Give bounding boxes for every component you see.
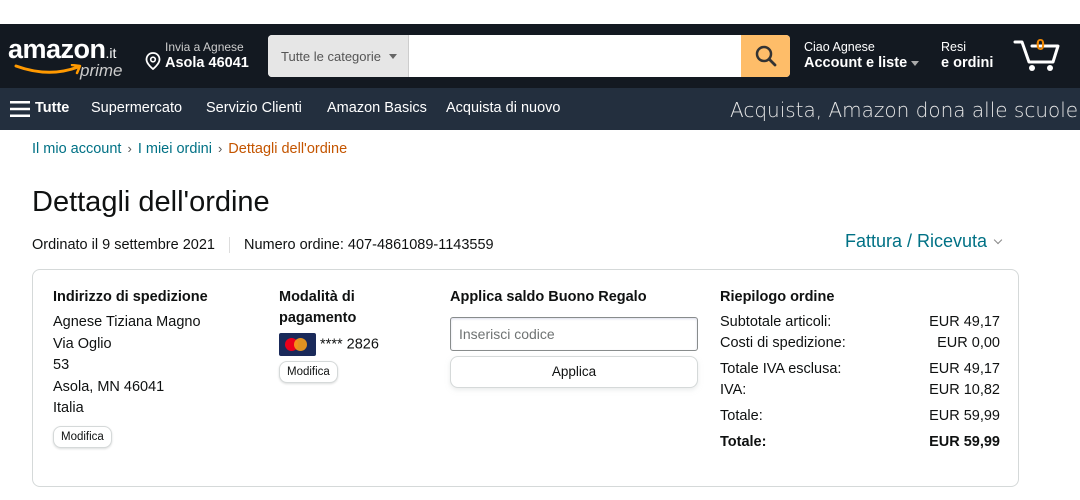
- cart-button[interactable]: 0: [1012, 34, 1062, 78]
- subnav-item-servizio-clienti[interactable]: Servizio Clienti: [206, 100, 302, 116]
- top-navbar: amazon.it prime Invia a Agnese Asola 460…: [0, 24, 1080, 88]
- account-greeting: Ciao Agnese: [804, 40, 875, 54]
- logo-prime: prime: [80, 61, 123, 80]
- shipping-heading: Indirizzo di spedizione: [53, 289, 208, 305]
- summary-grand-total: Totale: EUR 59,99: [720, 432, 1000, 453]
- order-details-card: Indirizzo di spedizione Agnese Tiziana M…: [32, 269, 1019, 487]
- order-number: Numero ordine: 407-4861089-1143559: [243, 237, 494, 253]
- subnav-item-supermercato[interactable]: Supermercato: [91, 100, 182, 116]
- order-summary-section: Riepilogo ordine Subtotale articoli: EUR …: [720, 287, 1000, 453]
- subnav-item-acquista-di-nuovo[interactable]: Acquista di nuovo: [446, 100, 560, 116]
- logo-tld: .it: [105, 45, 117, 61]
- search-button[interactable]: [741, 35, 790, 77]
- apply-gift-button[interactable]: Applica: [450, 356, 698, 388]
- gift-heading: Applica saldo Buono Regalo: [450, 289, 647, 305]
- all-menu-button[interactable]: Tutte: [35, 100, 69, 116]
- summary-label: IVA:: [720, 382, 747, 398]
- edit-address-button[interactable]: Modifica: [53, 425, 112, 448]
- address-line: 53: [53, 357, 70, 373]
- smile-arrow-icon: [14, 64, 82, 75]
- address-line: Agnese Tiziana Magno: [53, 314, 201, 330]
- grand-total-label: Totale:: [720, 434, 767, 450]
- amazon-logo[interactable]: amazon.it prime: [8, 34, 123, 80]
- promo-banner[interactable]: Acquista, Amazon dona alle scuole: [730, 98, 1078, 122]
- chevron-down-icon: [993, 235, 1003, 245]
- summary-value: EUR 0,00: [937, 335, 1000, 351]
- address-line: Italia: [53, 400, 84, 416]
- edit-payment-button[interactable]: Modifica: [279, 361, 338, 383]
- caret-down-icon: [911, 60, 920, 66]
- search-input[interactable]: [409, 35, 741, 77]
- invoice-dropdown[interactable]: Fattura / Ricevuta: [845, 231, 1003, 252]
- search-bar: Tutte le categorie: [268, 35, 790, 77]
- subnav-item-amazon-basics[interactable]: Amazon Basics: [327, 100, 427, 116]
- account-label: Account e liste: [804, 55, 908, 71]
- invoice-label: Fattura / Ricevuta: [845, 231, 988, 251]
- shipping-address-section: Indirizzo di spedizione Agnese Tiziana M…: [53, 287, 208, 448]
- top-spacer: [0, 0, 1080, 24]
- caret-down-icon: [389, 54, 397, 59]
- orders-line2: e ordini: [941, 55, 994, 71]
- order-date: Ordinato il 9 settembre 2021: [32, 237, 215, 253]
- summary-value: EUR 59,99: [929, 408, 1000, 424]
- mastercard-icon: [279, 333, 316, 356]
- deliver-line1: Invia a Agnese: [165, 40, 244, 54]
- summary-row: IVA: EUR 10,82: [720, 380, 1000, 401]
- logo-wordmark: amazon: [8, 34, 106, 64]
- breadcrumb-separator: ›: [127, 141, 132, 156]
- gift-code-input[interactable]: [450, 317, 698, 351]
- breadcrumb-my-orders[interactable]: I miei ordini: [138, 141, 212, 157]
- summary-value: EUR 10,82: [929, 382, 1000, 398]
- address-line: Asola, MN 46041: [53, 378, 165, 395]
- summary-label: Costi di spedizione:: [720, 335, 846, 351]
- summary-label: Totale IVA esclusa:: [720, 361, 842, 377]
- summary-label: Subtotale articoli:: [720, 314, 832, 330]
- breadcrumb-my-account[interactable]: Il mio account: [32, 141, 121, 157]
- search-icon: [755, 45, 776, 67]
- summary-row: Totale: EUR 59,99: [720, 406, 1000, 427]
- summary-heading: Riepilogo ordine: [720, 289, 835, 305]
- hamburger-menu-icon[interactable]: [10, 101, 30, 117]
- summary-row: Totale IVA esclusa: EUR 49,17: [720, 359, 1000, 380]
- summary-value: EUR 49,17: [929, 361, 1000, 377]
- returns-orders-link[interactable]: Resi e ordini: [941, 39, 993, 71]
- search-category-label: Tutte le categorie: [281, 49, 381, 64]
- breadcrumb-current: Dettagli dell'ordine: [228, 141, 348, 157]
- cart-count: 0: [1036, 37, 1045, 54]
- summary-label: Totale:: [720, 408, 763, 424]
- payment-heading: Modalità di pagamento: [279, 289, 357, 326]
- deliver-line2: Asola 46041: [165, 55, 249, 71]
- meta-divider: [228, 237, 230, 254]
- summary-row: Costi di spedizione: EUR 0,00: [720, 333, 1000, 354]
- location-pin-icon: [145, 52, 161, 70]
- card-number: **** 2826: [320, 336, 379, 353]
- address-line: Via Oglio: [53, 335, 112, 352]
- breadcrumb-separator: ›: [217, 141, 223, 156]
- page-title: Dettagli dell'ordine: [32, 186, 270, 218]
- orders-line1: Resi: [941, 40, 967, 54]
- sub-navbar: Tutte Supermercato Servizio Clienti Amaz…: [0, 88, 1080, 130]
- payment-method-section: Modalità di pagamento **** 2826 Modifica: [279, 287, 409, 383]
- search-category-select[interactable]: Tutte le categorie: [268, 35, 409, 77]
- breadcrumb: Il mio account › I miei ordini › Dettagli de…: [32, 141, 347, 157]
- summary-value: EUR 49,17: [929, 314, 1000, 330]
- gift-card-section: Applica saldo Buono Regalo Applica: [450, 287, 698, 388]
- order-meta: Ordinato il 9 settembre 2021 Numero ordin…: [32, 237, 494, 254]
- grand-total-value: EUR 59,99: [929, 434, 1000, 450]
- account-menu[interactable]: Ciao Agnese Account e liste: [804, 39, 920, 71]
- summary-row: Subtotale articoli: EUR 49,17: [720, 312, 1000, 333]
